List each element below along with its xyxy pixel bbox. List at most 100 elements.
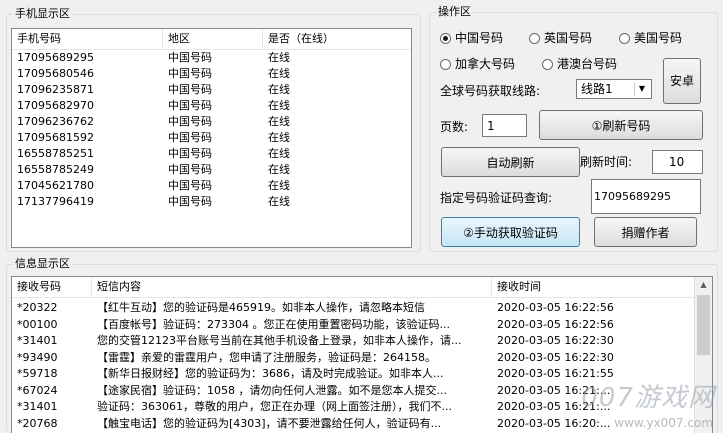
cell-receive-number: *59718 <box>17 367 58 380</box>
cell-region: 中国号码 <box>168 131 212 144</box>
cell-receive-number: *93490 <box>17 350 58 364</box>
table-row[interactable]: 16558785251 中国号码 在线 <box>12 147 411 160</box>
table-row[interactable]: 17095682970 中国号码 在线 <box>12 99 411 112</box>
cell-phone-number: 17095682970 <box>17 99 94 112</box>
col-phone-number[interactable]: 手机号码 <box>12 29 163 49</box>
cell-receive-number: *20768 <box>17 416 58 430</box>
radio-dot-icon <box>529 33 540 44</box>
cell-online: 在线 <box>268 115 290 128</box>
table-row[interactable]: 17045621780 中国号码 在线 <box>12 179 411 192</box>
table-row[interactable]: *20768 【触宝电话】您的验证码为[4303]，请不要泄露给任何人，验证码有.… <box>12 417 695 430</box>
cell-sms-content: 验证码：363061，尊敬的用户，您正在办理（网上面签注册），我们不... <box>97 400 452 413</box>
cell-sms-content: 【途家民宿】验证码：1058 ，请勿向任何人泄露。如不是您本人提交... <box>97 383 447 397</box>
col-sms-content[interactable]: 短信内容 <box>92 277 492 297</box>
cell-region: 中国号码 <box>168 163 212 176</box>
cell-receive-time: 2020-03-05 16:22:30 <box>497 334 614 347</box>
table-row[interactable]: *20322 【红牛互动】您的验证码是465919。如非本人操作，请忽略本短信 20… <box>12 301 695 314</box>
phone-list[interactable]: 手机号码 地区 是否（在线） 17095689295 中国号码 在线 17095680… <box>11 28 412 248</box>
radio-canada[interactable]: 加拿大号码 <box>440 56 515 72</box>
query-label: 指定号码验证码查询: <box>440 191 553 205</box>
android-button[interactable]: 安卓 <box>663 58 701 104</box>
table-row[interactable]: 17096236762 中国号码 在线 <box>12 115 411 128</box>
donate-button[interactable]: 捐赠作者 <box>594 217 697 247</box>
table-row[interactable]: *93490 【雷霆】亲爱的雷霆用户，您申请了注册服务，验证码是：264158。 2… <box>12 351 695 364</box>
cell-sms-content: 【百度帐号】验证码：273304 。您正在使用重置密码功能，该验证码... <box>97 317 450 331</box>
col-receive-number[interactable]: 接收号码 <box>12 277 92 297</box>
col-receive-time[interactable]: 接收时间 <box>492 277 697 297</box>
cell-sms-content: 【新华日报财经】您的验证码为：3686，请及时完成验证。如非本人... <box>97 367 444 380</box>
cell-online: 在线 <box>268 147 290 160</box>
col-online[interactable]: 是否（在线） <box>263 29 411 49</box>
cell-receive-number: *20322 <box>17 301 58 314</box>
cell-online: 在线 <box>268 179 290 192</box>
ops-group-title: 操作区 <box>436 5 473 19</box>
cell-online: 在线 <box>268 99 290 112</box>
table-row[interactable]: 17137796419 中国号码 在线 <box>12 195 411 208</box>
cell-sms-content: 【触宝电话】您的验证码为[4303]，请不要泄露给任何人，验证码有... <box>97 416 442 430</box>
cell-receive-time: 2020-03-05 16:22:56 <box>497 317 614 331</box>
cell-receive-time: 2020-03-05 16:22:30 <box>497 350 614 364</box>
scroll-up-icon[interactable]: ▲ <box>695 277 712 293</box>
radio-dot-icon <box>440 33 451 44</box>
cell-receive-number: *31401 <box>17 400 58 413</box>
radio-china[interactable]: 中国号码 <box>440 30 503 46</box>
radio-dot-icon <box>619 33 630 44</box>
cell-region: 中国号码 <box>168 67 212 80</box>
page-label: 页数: <box>440 120 469 134</box>
manual-get-code-button[interactable]: ②手动获取验证码 <box>441 217 580 247</box>
table-row[interactable]: 17095681592 中国号码 在线 <box>12 131 411 144</box>
phone-list-header: 手机号码 地区 是否（在线） <box>12 29 411 50</box>
info-group-title: 信息显示区 <box>13 257 72 271</box>
scrollbar-thumb[interactable] <box>697 295 710 355</box>
sms-list-header: 接收号码 短信内容 接收时间 <box>12 277 695 298</box>
cell-sms-content: 您的交管12123平台账号当前在其他手机设备上登录，如非本人操作，请... <box>97 334 462 347</box>
refresh-time-input[interactable] <box>652 150 703 174</box>
cell-receive-number: *00100 <box>17 317 58 331</box>
cell-phone-number: 17096236762 <box>17 115 94 128</box>
cell-region: 中国号码 <box>168 51 212 64</box>
cell-phone-number: 17137796419 <box>17 195 94 208</box>
cell-phone-number: 17095680546 <box>17 67 94 80</box>
refresh-time-label: 刷新时间: <box>580 155 633 169</box>
cell-online: 在线 <box>268 67 290 80</box>
cell-online: 在线 <box>268 51 290 64</box>
cell-phone-number: 17095689295 <box>17 51 94 64</box>
table-row[interactable]: 17095680546 中国号码 在线 <box>12 67 411 80</box>
radio-uk[interactable]: 英国号码 <box>529 30 592 46</box>
radio-dot-icon <box>440 59 451 70</box>
radio-hk-macau-taiwan[interactable]: 港澳台号码 <box>542 56 617 72</box>
cell-phone-number: 16558785251 <box>17 147 94 160</box>
route-select[interactable]: 线路1 ▼ <box>576 79 652 99</box>
table-row[interactable]: 17096235871 中国号码 在线 <box>12 83 411 96</box>
cell-phone-number: 17095681592 <box>17 131 94 144</box>
cell-sms-content: 【红牛互动】您的验证码是465919。如非本人操作，请忽略本短信 <box>97 301 425 314</box>
cell-online: 在线 <box>268 83 290 96</box>
cell-sms-content: 【雷霆】亲爱的雷霆用户，您申请了注册服务，验证码是：264158。 <box>97 350 436 364</box>
radio-usa[interactable]: 美国号码 <box>619 30 682 46</box>
radio-dot-icon <box>542 59 553 70</box>
cell-receive-time: 2020-03-05 16:22:56 <box>497 301 614 314</box>
col-region[interactable]: 地区 <box>163 29 263 49</box>
operations-group: 操作区 中国号码 英国号码 美国号码 加拿大号码 港澳台号码 安卓 全球号码获取… <box>429 5 718 252</box>
table-row[interactable]: 16558785249 中国号码 在线 <box>12 163 411 176</box>
cell-receive-number: *67024 <box>17 383 58 397</box>
cell-online: 在线 <box>268 163 290 176</box>
cell-receive-number: *31401 <box>17 334 58 347</box>
table-row[interactable]: 17095689295 中国号码 在线 <box>12 51 411 64</box>
auto-refresh-button[interactable]: 自动刷新 <box>441 147 580 177</box>
route-select-value: 线路1 <box>581 82 613 96</box>
table-row[interactable]: *00100 【百度帐号】验证码：273304 。您正在使用重置密码功能，该验证码… <box>12 318 695 331</box>
watermark-url: www.yx007.com <box>614 416 713 430</box>
query-number-input[interactable] <box>591 179 701 214</box>
page-input[interactable] <box>482 114 527 137</box>
cell-phone-number: 16558785249 <box>17 163 94 176</box>
cell-region: 中国号码 <box>168 179 212 192</box>
cell-region: 中国号码 <box>168 147 212 160</box>
cell-region: 中国号码 <box>168 99 212 112</box>
watermark-logo: 007游戏网 <box>581 383 715 413</box>
phone-display-group: 手机显示区 手机号码 地区 是否（在线） 17095689295 中国号码 在线 17… <box>6 7 421 252</box>
refresh-numbers-button[interactable]: ①刷新号码 <box>539 110 703 140</box>
cell-online: 在线 <box>268 131 290 144</box>
cell-phone-number: 17096235871 <box>17 83 94 96</box>
table-row[interactable]: *31401 您的交管12123平台账号当前在其他手机设备上登录，如非本人操作，请… <box>12 334 695 347</box>
